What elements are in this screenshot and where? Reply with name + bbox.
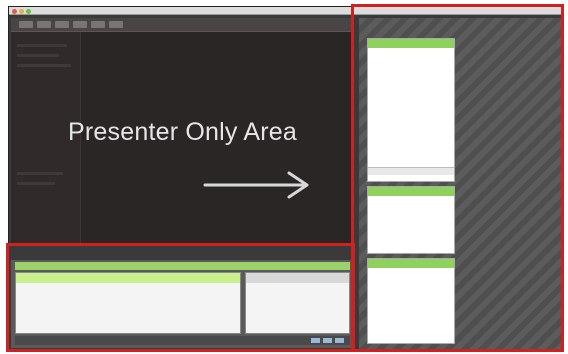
right-arrow-icon — [203, 171, 309, 199]
highlight-frame-right — [351, 4, 564, 352]
sidebar-item[interactable] — [17, 182, 55, 185]
toolbar-button[interactable] — [73, 21, 87, 28]
presenter-toolbar — [11, 18, 354, 32]
toolbar-button[interactable] — [55, 21, 69, 28]
toolbar-button[interactable] — [19, 21, 33, 28]
close-window-icon[interactable] — [12, 8, 17, 14]
toolbar-button[interactable] — [91, 21, 105, 28]
sidebar-item[interactable] — [17, 64, 71, 67]
presenter-only-label: Presenter Only Area — [68, 118, 297, 146]
presenter-area: Presenter Only Area — [11, 18, 354, 246]
sidebar-item[interactable] — [17, 54, 59, 57]
zoom-window-icon[interactable] — [26, 8, 31, 14]
sidebar-item[interactable] — [17, 172, 63, 175]
toolbar-button[interactable] — [37, 21, 51, 28]
toolbar-button[interactable] — [109, 21, 123, 28]
minimize-window-icon[interactable] — [19, 8, 24, 14]
highlight-frame-bottom — [6, 243, 355, 352]
sidebar-item[interactable] — [17, 44, 67, 47]
